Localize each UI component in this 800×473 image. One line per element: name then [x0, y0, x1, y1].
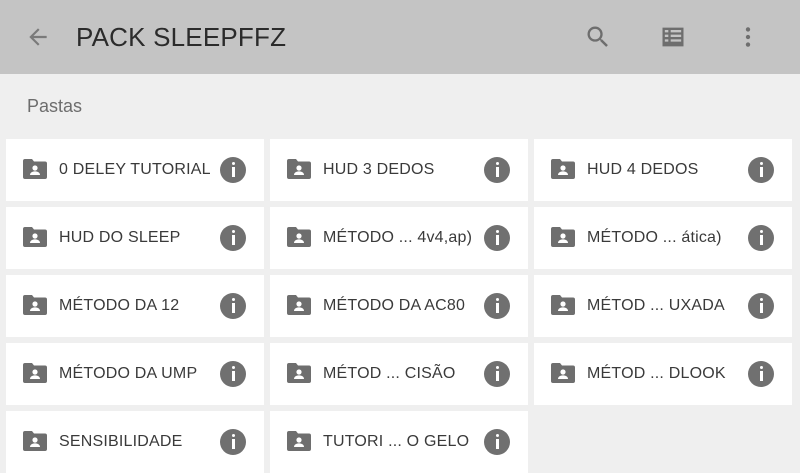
folder-grid: 0 DELEY TUTORIAL HUD 3 DEDOS HUD 4 DEDOS HU…	[6, 139, 792, 473]
folder-label: SENSIBILIDADE	[59, 433, 183, 450]
shared-folder-icon	[287, 295, 311, 315]
folder-label: HUD 3 DEDOS	[323, 161, 435, 178]
folder-label: MÉTODO DA UMP	[59, 365, 198, 382]
folder-label: MÉTOD ... UXADA	[587, 297, 725, 314]
folder-label: MÉTODO ... ática)	[587, 229, 722, 246]
list-view-icon	[662, 27, 684, 47]
folder-label: 0 DELEY TUTORIAL	[59, 161, 211, 178]
folder-item[interactable]: HUD 3 DEDOS	[270, 139, 528, 201]
page-title: PACK SLEEPFFZ	[76, 22, 287, 52]
shared-folder-icon	[287, 159, 311, 179]
info-icon[interactable]	[484, 429, 510, 455]
folder-label: MÉTODO ... 4v4,ap)	[323, 229, 473, 246]
folder-item[interactable]: MÉTODO DA 12	[6, 275, 264, 337]
folder-label: MÉTOD ... DLOOK	[587, 365, 726, 382]
shared-folder-icon	[23, 363, 47, 383]
list-view-button[interactable]	[651, 15, 695, 59]
info-icon[interactable]	[220, 225, 246, 251]
info-icon[interactable]	[220, 429, 246, 455]
arrow-back-icon	[29, 28, 47, 46]
folder-item[interactable]: MÉTOD ... DLOOK	[534, 343, 792, 405]
folder-item[interactable]: MÉTODO ... 4v4,ap)	[270, 207, 528, 269]
shared-folder-icon	[23, 295, 47, 315]
shared-folder-icon	[551, 363, 575, 383]
app-bar: PACK SLEEPFFZ	[0, 0, 800, 74]
info-icon[interactable]	[220, 157, 246, 183]
folder-item[interactable]: MÉTODO ... ática)	[534, 207, 792, 269]
shared-folder-icon	[23, 227, 47, 247]
folder-item[interactable]: HUD DO SLEEP	[6, 207, 264, 269]
info-icon[interactable]	[748, 225, 774, 251]
folder-label: TUTORI ... O GELO	[323, 433, 470, 450]
folder-item[interactable]: MÉTODO DA AC80	[270, 275, 528, 337]
shared-folder-icon	[23, 431, 47, 451]
back-button[interactable]	[16, 15, 60, 59]
info-icon[interactable]	[220, 361, 246, 387]
section-title: Pastas	[27, 96, 83, 116]
shared-folder-icon	[551, 227, 575, 247]
folder-label: MÉTOD ... CISÃO	[323, 365, 456, 382]
shared-folder-icon	[287, 227, 311, 247]
info-icon[interactable]	[484, 157, 510, 183]
info-icon[interactable]	[748, 293, 774, 319]
folder-item[interactable]: MÉTODO DA UMP	[6, 343, 264, 405]
info-icon[interactable]	[748, 361, 774, 387]
shared-folder-icon	[287, 431, 311, 451]
more-vert-icon	[745, 27, 751, 47]
shared-folder-icon	[551, 295, 575, 315]
info-icon[interactable]	[748, 157, 774, 183]
folder-label: MÉTODO DA 12	[59, 297, 180, 314]
more-options-button[interactable]	[726, 15, 770, 59]
folder-item[interactable]: 0 DELEY TUTORIAL	[6, 139, 264, 201]
shared-folder-icon	[287, 363, 311, 383]
folder-label: MÉTODO DA AC80	[323, 297, 466, 314]
folder-item[interactable]: TUTORI ... O GELO	[270, 411, 528, 473]
info-icon[interactable]	[484, 293, 510, 319]
search-icon	[587, 26, 608, 47]
info-icon[interactable]	[484, 225, 510, 251]
folder-item[interactable]: MÉTOD ... UXADA	[534, 275, 792, 337]
search-button[interactable]	[576, 15, 620, 59]
shared-folder-icon	[23, 159, 47, 179]
info-icon[interactable]	[220, 293, 246, 319]
shared-folder-icon	[551, 159, 575, 179]
folder-label: HUD DO SLEEP	[59, 229, 181, 246]
info-icon[interactable]	[484, 361, 510, 387]
folder-item[interactable]: SENSIBILIDADE	[6, 411, 264, 473]
folder-item[interactable]: HUD 4 DEDOS	[534, 139, 792, 201]
folder-item[interactable]: MÉTOD ... CISÃO	[270, 343, 528, 405]
folder-label: HUD 4 DEDOS	[587, 161, 699, 178]
